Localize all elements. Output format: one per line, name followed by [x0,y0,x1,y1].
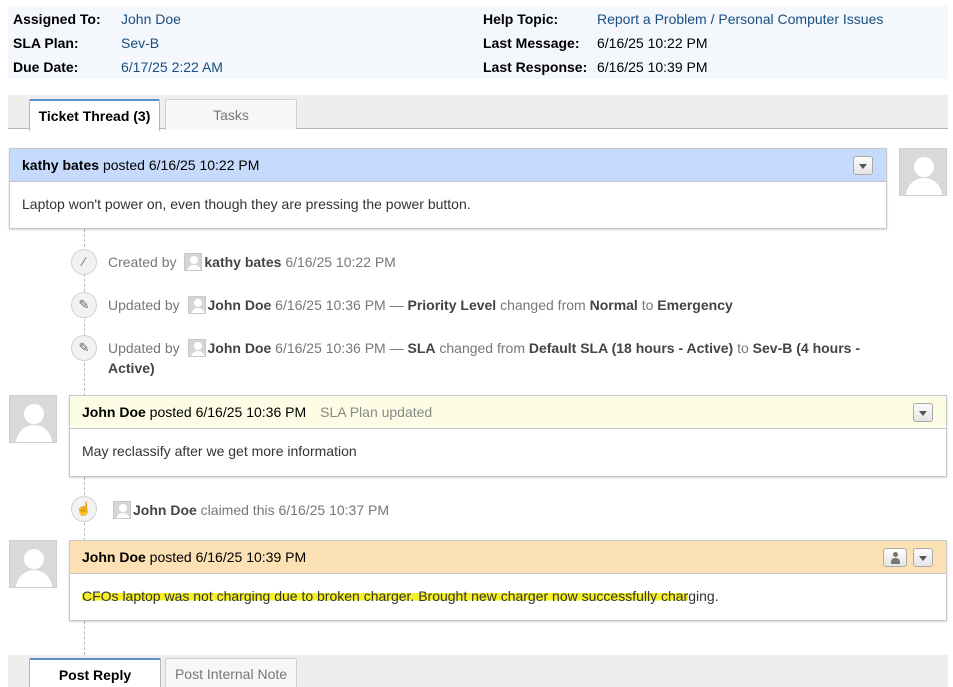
event-field: Priority Level [407,297,497,313]
event-user: John Doe [133,502,197,518]
pencil-icon: ✎ [71,292,97,318]
due-date-label: Due Date: [13,59,79,75]
thumbs-up-icon: ☝ [71,496,97,522]
last-response-value: 6/16/25 10:39 PM [597,59,708,75]
entry-author-line: John Doe posted 6/16/25 10:39 PM [82,549,306,565]
chevron-down-icon[interactable] [913,403,933,422]
highlighted-text: CFOs laptop was not charging due to brok… [82,588,689,604]
ticket-tabs-bar: Ticket Thread (3) Tasks [8,95,948,131]
thread-entry-response: John Doe posted 6/16/25 10:39 PM CFOs la… [69,540,947,621]
tab-tasks[interactable]: Tasks [165,99,297,130]
avatar [184,253,203,271]
entry-header: John Doe posted 6/16/25 10:39 PM [70,541,946,574]
avatar [187,296,206,314]
event-prefix: Created by [108,254,177,270]
entry-author: kathy bates [22,157,100,173]
event-updated-sla: Updated by John Doe 6/16/25 10:36 PM — S… [108,338,898,378]
entry-body: CFOs laptop was not charging due to brok… [82,588,719,604]
entry-timestamp: posted 6/16/25 10:36 PM [149,404,307,420]
entry-body-rest: ging. [688,588,719,604]
avatar [899,148,947,196]
help-topic-label: Help Topic: [483,11,559,27]
tab-ticket-thread[interactable]: Ticket Thread (3) [29,99,160,131]
event-user: John Doe [207,297,272,313]
assigned-to-link[interactable]: John Doe [121,11,181,27]
entry-body: May reclassify after we get more informa… [82,443,357,459]
ticket-info-panel: Assigned To: John Doe SLA Plan: Sev-B Du… [8,6,948,79]
event-text: claimed this 6/16/25 10:37 PM [200,502,390,518]
thread-entry-message: kathy bates posted 6/16/25 10:22 PM Lapt… [9,148,887,229]
event-from-value: Normal [589,297,638,313]
event-to-word: to [737,340,749,356]
avatar [187,339,206,357]
entry-timestamp: posted 6/16/25 10:22 PM [102,157,260,173]
event-user: kathy bates [204,254,282,270]
assigned-to-label: Assigned To: [13,11,101,27]
entry-author: John Doe [82,404,146,420]
help-topic-value: Report a Problem / Personal Computer Iss… [597,11,884,27]
thread-entry-response: John Doe posted 6/16/25 10:36 PM SLA Plan… [69,395,947,477]
event-claimed: John Doe claimed this 6/16/25 10:37 PM [113,500,389,520]
event-to-value: Sev-B (4 hours - [752,340,861,356]
event-changed-from: changed from [439,340,525,356]
entry-body: Laptop won't power on, even though they … [22,196,471,212]
tab-post-internal-note[interactable]: Post Internal Note [165,658,297,687]
chevron-down-icon[interactable] [853,156,873,175]
avatar [9,395,57,443]
event-from-value: Default SLA (18 hours - Active) [528,340,734,356]
avatar [9,540,57,588]
entry-author-line: John Doe posted 6/16/25 10:36 PM SLA Plan… [82,404,432,420]
entry-author-line: kathy bates posted 6/16/25 10:22 PM [22,157,259,173]
chevron-down-icon[interactable] [913,548,933,567]
entry-author: John Doe [82,549,146,565]
event-created: Created by kathy bates 6/16/25 10:22 PM [108,252,396,272]
entry-header: John Doe posted 6/16/25 10:36 PM SLA Plan… [70,396,946,429]
event-time: 6/16/25 10:22 PM [285,254,396,270]
entry-header: kathy bates posted 6/16/25 10:22 PM [10,149,886,182]
entry-note: SLA Plan updated [320,404,433,420]
event-time: 6/16/25 10:36 PM — [275,340,404,356]
reply-tabs-bar: Post Reply Post Internal Note [8,655,948,687]
event-changed-from: changed from [500,297,586,313]
event-to-value-cont: Active) [108,360,155,376]
avatar [113,501,131,519]
event-user: John Doe [207,340,272,356]
due-date-value: 6/17/25 2:22 AM [121,59,223,75]
event-updated-priority: Updated by John Doe 6/16/25 10:36 PM — P… [108,295,733,315]
sla-plan-link[interactable]: Sev-B [121,35,159,51]
timeline-connector [84,621,85,655]
event-prefix: Updated by [108,297,180,313]
tab-post-reply[interactable]: Post Reply [29,658,161,687]
event-to-word: to [641,297,654,313]
magic-wand-icon: ⁄ [71,249,97,275]
entry-timestamp: posted 6/16/25 10:39 PM [149,549,307,565]
event-to-value: Emergency [657,297,733,313]
last-response-label: Last Response: [483,59,588,75]
last-message-label: Last Message: [483,35,580,51]
user-icon[interactable] [883,548,907,567]
event-prefix: Updated by [108,340,180,356]
pencil-icon: ✎ [71,335,97,361]
event-time: 6/16/25 10:36 PM — [275,297,404,313]
sla-plan-label: SLA Plan: [13,35,79,51]
last-message-value: 6/16/25 10:22 PM [597,35,708,51]
event-field: SLA [407,340,436,356]
